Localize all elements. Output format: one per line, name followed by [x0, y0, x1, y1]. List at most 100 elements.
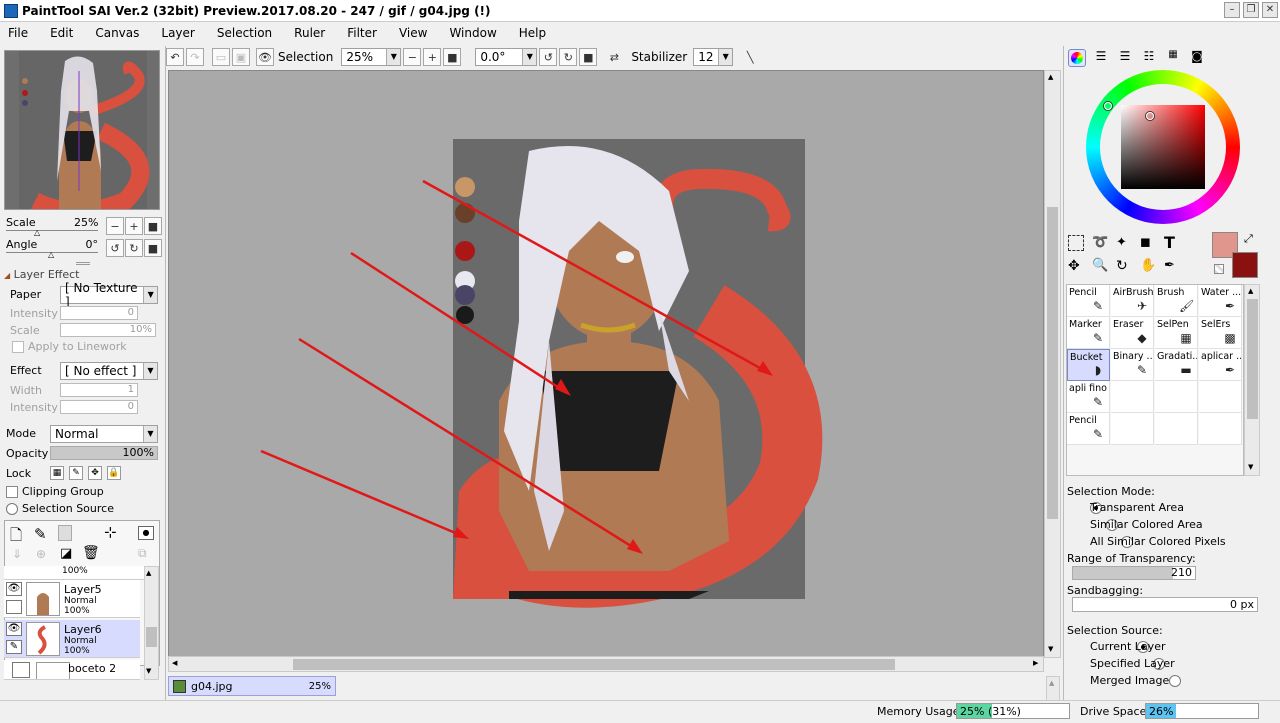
- magic-wand-icon[interactable]: ✦: [1116, 235, 1132, 251]
- menu-edit[interactable]: Edit: [50, 26, 73, 40]
- blend-mode-select[interactable]: Normal ▼: [50, 425, 158, 443]
- scroll-down-icon[interactable]: ▼: [1248, 463, 1253, 471]
- eye-icon[interactable]: 👁: [6, 622, 22, 636]
- swap-colors-icon[interactable]: ⤢: [1244, 232, 1253, 246]
- canvas-viewport[interactable]: [168, 70, 1044, 658]
- clipping-group-checkbox[interactable]: [6, 486, 18, 498]
- pencil-icon[interactable]: ✎: [6, 640, 22, 654]
- scroll-up-icon[interactable]: ▲: [146, 569, 151, 577]
- hue-picker-handle[interactable]: [1104, 102, 1112, 110]
- rotation-select[interactable]: 0.0° ▼: [475, 48, 538, 66]
- tool-slot[interactable]: Eraser ◆: [1111, 317, 1154, 349]
- scroll-down-icon[interactable]: ▼: [146, 667, 151, 675]
- move-icon[interactable]: ✥: [1068, 258, 1084, 274]
- scroll-thumb[interactable]: [1247, 299, 1258, 419]
- layer-row-partial[interactable]: 100%: [4, 566, 144, 580]
- transfer-down-icon[interactable]: ⇓: [12, 547, 22, 561]
- menu-help[interactable]: Help: [519, 26, 546, 40]
- new-linework-layer-icon[interactable]: ✎: [34, 525, 47, 543]
- menu-canvas[interactable]: Canvas: [95, 26, 139, 40]
- scroll-thumb[interactable]: [293, 659, 895, 670]
- apply-linework-checkbox[interactable]: [12, 341, 24, 353]
- hand-icon[interactable]: ✋: [1140, 258, 1156, 274]
- tool-slot[interactable]: Pencil ✎: [1067, 413, 1110, 445]
- lock-drawing-icon[interactable]: ✎: [69, 466, 83, 480]
- selection-source-radio[interactable]: [6, 503, 18, 515]
- tool-slot[interactable]: [1111, 381, 1154, 413]
- rotate-left-icon[interactable]: ↺: [539, 48, 558, 66]
- layer-row-layer6[interactable]: 👁 ✎ Layer6 Normal 100%: [4, 620, 140, 658]
- swatch-tab-icon[interactable]: ▦: [1164, 49, 1182, 67]
- scroll-up-icon[interactable]: ▲: [1049, 679, 1054, 687]
- color-wheel[interactable]: [1086, 70, 1240, 224]
- layer-row-boceto2[interactable]: boceto 2: [4, 660, 140, 680]
- tool-slot[interactable]: SelErs ▩: [1199, 317, 1242, 349]
- angle-slider-handle[interactable]: △: [48, 250, 54, 259]
- restore-button[interactable]: ❐: [1243, 2, 1259, 18]
- tool-slot[interactable]: [1155, 413, 1198, 445]
- menu-filter[interactable]: Filter: [347, 26, 377, 40]
- tool-slot[interactable]: [1111, 413, 1154, 445]
- intensity2-slider[interactable]: 0: [60, 400, 138, 414]
- mixer-tab-icon[interactable]: ☷: [1140, 49, 1158, 67]
- scale-slider-handle[interactable]: △: [34, 228, 40, 237]
- redo-icon[interactable]: ↷: [186, 48, 204, 66]
- selection-visibility-icon[interactable]: 👁: [256, 48, 274, 66]
- effect-select[interactable]: [ No effect ] ▼: [60, 362, 158, 380]
- source-radio-merged[interactable]: [1168, 675, 1181, 687]
- apply-mask-icon[interactable]: ⧉: [138, 546, 147, 561]
- zoom-in-icon[interactable]: +: [423, 48, 442, 66]
- rgb-slider-tab-icon[interactable]: ☰: [1092, 49, 1110, 67]
- close-button[interactable]: ✕: [1262, 2, 1278, 18]
- deselect-icon[interactable]: ▭: [212, 48, 230, 66]
- delete-layer-icon[interactable]: 🗑: [82, 545, 100, 561]
- rotate-reset-icon[interactable]: ■: [579, 48, 598, 66]
- document-tab[interactable]: g04.jpg 25%: [168, 676, 336, 696]
- menu-ruler[interactable]: Ruler: [294, 26, 325, 40]
- layer-scrollbar[interactable]: ▲ ▼: [144, 566, 159, 680]
- scale-slider[interactable]: [6, 230, 98, 231]
- zoom-in-icon[interactable]: +: [125, 217, 143, 235]
- tool-slot[interactable]: [1199, 413, 1242, 445]
- zoom-select[interactable]: 25% ▼: [341, 48, 402, 66]
- eye-toggle[interactable]: [12, 662, 30, 678]
- rotate-icon[interactable]: ↻: [1116, 258, 1132, 274]
- new-folder-icon[interactable]: [58, 525, 72, 541]
- tool-slot[interactable]: aplicar ... ✒: [1199, 349, 1242, 381]
- sandbagging-slider[interactable]: 0 px: [1072, 597, 1258, 612]
- shape-icon[interactable]: ◼: [1140, 235, 1156, 251]
- tool-slot[interactable]: Binary ... ✎: [1111, 349, 1154, 381]
- scroll-down-icon[interactable]: ▼: [1048, 645, 1053, 653]
- panel-divider[interactable]: [76, 262, 90, 265]
- rotate-right-icon[interactable]: ↻: [559, 48, 578, 66]
- scroll-left-icon[interactable]: ◀: [172, 659, 177, 667]
- sv-picker-handle[interactable]: [1146, 112, 1154, 120]
- scroll-up-icon[interactable]: ▲: [1048, 73, 1053, 81]
- tool-slot[interactable]: Pencil ✎: [1067, 285, 1110, 317]
- tool-slot[interactable]: apli fino ✎: [1067, 381, 1110, 413]
- tool-slot[interactable]: [1155, 381, 1198, 413]
- menu-layer[interactable]: Layer: [161, 26, 194, 40]
- tool-slot[interactable]: Brush 🖌: [1155, 285, 1198, 317]
- merge-down-icon[interactable]: ⊕: [36, 547, 46, 561]
- zoom-icon[interactable]: 🔍: [1092, 258, 1108, 274]
- scroll-up-icon[interactable]: ▲: [1248, 287, 1253, 295]
- tool-grid-scrollbar[interactable]: ▲ ▼: [1244, 284, 1260, 476]
- transform-icon[interactable]: ⊹: [104, 523, 117, 541]
- tool-slot[interactable]: Water ... ✒: [1199, 285, 1242, 317]
- scroll-thumb[interactable]: [1047, 207, 1058, 519]
- eye-icon[interactable]: 👁: [6, 582, 22, 596]
- rect-select-icon[interactable]: [1068, 235, 1084, 251]
- range-transparency-slider[interactable]: 210: [1072, 566, 1196, 580]
- opacity-slider[interactable]: 100%: [50, 446, 158, 460]
- paper-select[interactable]: [ No Texture ] ▼: [60, 281, 158, 309]
- lock-transparency-icon[interactable]: ▦: [50, 466, 64, 480]
- tool-slot[interactable]: Bucket ◗: [1067, 349, 1110, 381]
- edit-lock-toggle[interactable]: [6, 600, 22, 614]
- flip-horizontal-icon[interactable]: ⇄: [605, 48, 623, 66]
- scratchpad-tab-icon[interactable]: ◙: [1188, 49, 1206, 67]
- eyedropper-icon[interactable]: ✒: [1164, 258, 1180, 274]
- canvas-vertical-scrollbar[interactable]: ▲ ▼: [1044, 70, 1061, 658]
- undo-icon[interactable]: ↶: [166, 48, 184, 66]
- tool-slot[interactable]: AirBrush ✈: [1111, 285, 1154, 317]
